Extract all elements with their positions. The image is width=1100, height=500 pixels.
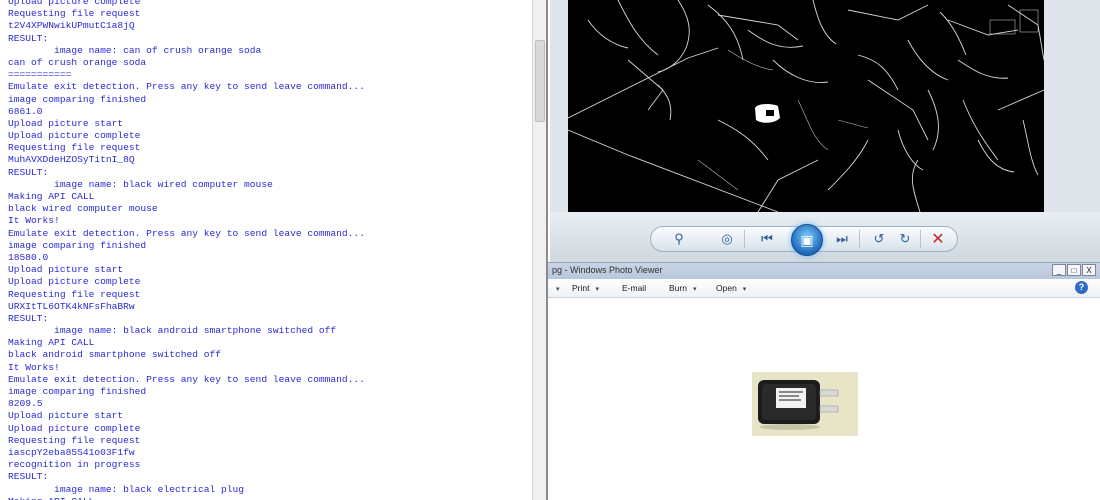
console-line: image name: black wired computer mouse — [8, 178, 273, 190]
toolbar-separator — [744, 230, 745, 248]
console-line: image name: black android smartphone swi… — [8, 325, 337, 337]
console-line: Upload picture start — [8, 264, 124, 276]
console-window: Upload picture complete Requesting file r… — [0, 0, 532, 500]
console-line: Making API CALL — [8, 337, 95, 349]
console-line: Upload picture complete — [8, 0, 141, 7]
previous-icon[interactable]: ⏮ — [756, 229, 778, 249]
slideshow-icon[interactable]: ▣ — [791, 224, 823, 256]
email-menu-label: E-mail — [622, 283, 647, 293]
print-menu[interactable]: Print ▾ — [572, 283, 599, 293]
console-line: image name: can of crush orange soda — [8, 44, 262, 56]
console-line: Requesting file request — [8, 434, 141, 446]
console-line: recognition in progress — [8, 459, 141, 471]
close-button[interactable]: X — [1082, 264, 1096, 276]
console-line: can of crush orange soda — [8, 56, 147, 68]
console-line: 18580.0 — [8, 251, 49, 263]
console-line: It Works! — [8, 215, 60, 227]
chevron-down-icon: ▾ — [742, 286, 747, 293]
console-scrollbar[interactable] — [532, 0, 547, 500]
console-line: image comparing finished — [8, 386, 147, 397]
console-line: image comparing finished — [8, 239, 147, 251]
console-line: It Works! — [8, 361, 60, 373]
photo-viewer-title-bar[interactable]: pg - Windows Photo Viewer _ □ X — [548, 262, 1100, 279]
rotate-left-icon[interactable]: ↺ — [868, 229, 890, 249]
console-line: RESULT: — [8, 166, 49, 178]
next-icon[interactable]: ⏭ — [831, 229, 853, 249]
console-output: Upload picture complete Requesting file r… — [8, 0, 532, 500]
console-line: =========== — [8, 69, 72, 81]
console-line: MuhAVXDdeHZOSyTitnI_8Q — [8, 154, 135, 166]
console-line: t2V4XPWNwikUPmutC1a8jQ — [8, 20, 135, 32]
console-line: Requesting file request — [8, 288, 141, 300]
scrollbar-thumb[interactable] — [535, 40, 545, 122]
plug-photo — [752, 372, 858, 436]
file-menu-caret-icon[interactable]: ▾ — [550, 283, 560, 293]
console-line: Upload picture complete — [8, 130, 141, 142]
console-line: black android smartphone switched off — [8, 349, 222, 361]
minimize-button[interactable]: _ — [1052, 264, 1066, 276]
viewer-toolbar: ⚲ ◎ ⏮ ▣ ⏭ ↺ ↻ ✕ — [550, 212, 1100, 262]
edge-viewer: ⚲ ◎ ⏮ ▣ ⏭ ↺ ↻ ✕ — [550, 0, 1100, 262]
console-line: 6861.0 — [8, 105, 43, 117]
delete-icon[interactable]: ✕ — [927, 229, 949, 249]
toolbar-separator — [920, 230, 921, 248]
edge-detection-image — [568, 0, 1044, 212]
chevron-down-icon: ▾ — [595, 286, 599, 293]
console-line: Upload picture complete — [8, 276, 141, 288]
actual-size-icon[interactable]: ◎ — [716, 229, 738, 249]
email-menu[interactable]: E-mail — [622, 283, 646, 293]
console-line: Upload picture start — [8, 410, 124, 422]
console-line: black wired computer mouse — [8, 203, 158, 215]
console-line: Upload picture start — [8, 117, 124, 129]
console-line: iascpY2eba85S41o03F1fw — [8, 446, 135, 458]
maximize-button[interactable]: □ — [1067, 264, 1081, 276]
print-menu-label: Print — [572, 283, 590, 293]
rotate-right-icon[interactable]: ↻ — [894, 229, 916, 249]
toolbar-separator — [859, 230, 860, 248]
right-pane: ⚲ ◎ ⏮ ▣ ⏭ ↺ ↻ ✕ pg - Windows Photo Viewe… — [546, 0, 1100, 500]
zoom-icon[interactable]: ⚲ — [668, 229, 690, 249]
console-line: RESULT: — [8, 312, 49, 324]
chevron-down-icon: ▾ — [692, 286, 697, 293]
console-line: image comparing finished — [8, 93, 147, 105]
photo-viewer-menu: ▾ Print ▾ E-mail Burn ▾ Open ▾ ? — [548, 279, 1100, 298]
window-title: pg - Windows Photo Viewer — [552, 265, 663, 275]
console-line: URXItTL6OTK4kNFsFhaBRw — [8, 300, 135, 312]
help-icon[interactable]: ? — [1075, 281, 1088, 294]
console-line: RESULT: — [8, 471, 49, 483]
console-line: Emulate exit detection. Press any key to… — [8, 227, 365, 239]
window-controls: _ □ X — [1052, 264, 1096, 276]
console-line: Making API CALL — [8, 191, 95, 202]
console-line: Requesting file request — [8, 8, 141, 20]
burn-menu-label: Burn — [669, 283, 687, 293]
photo-display-area — [548, 298, 1100, 500]
open-menu[interactable]: Open ▾ — [716, 283, 746, 293]
open-menu-label: Open — [716, 283, 737, 293]
burn-menu[interactable]: Burn ▾ — [669, 283, 696, 293]
console-line: Requesting file request — [8, 142, 141, 154]
console-line: Making API CALL — [8, 496, 532, 500]
console-line: 8209.5 — [8, 398, 43, 410]
console-line: Emulate exit detection. Press any key to… — [8, 81, 365, 93]
console-line: image name: black electrical plug — [8, 483, 245, 495]
console-line: Upload picture complete — [8, 422, 141, 434]
console-line: RESULT: — [8, 32, 49, 44]
console-line: Emulate exit detection. Press any key to… — [8, 373, 365, 385]
